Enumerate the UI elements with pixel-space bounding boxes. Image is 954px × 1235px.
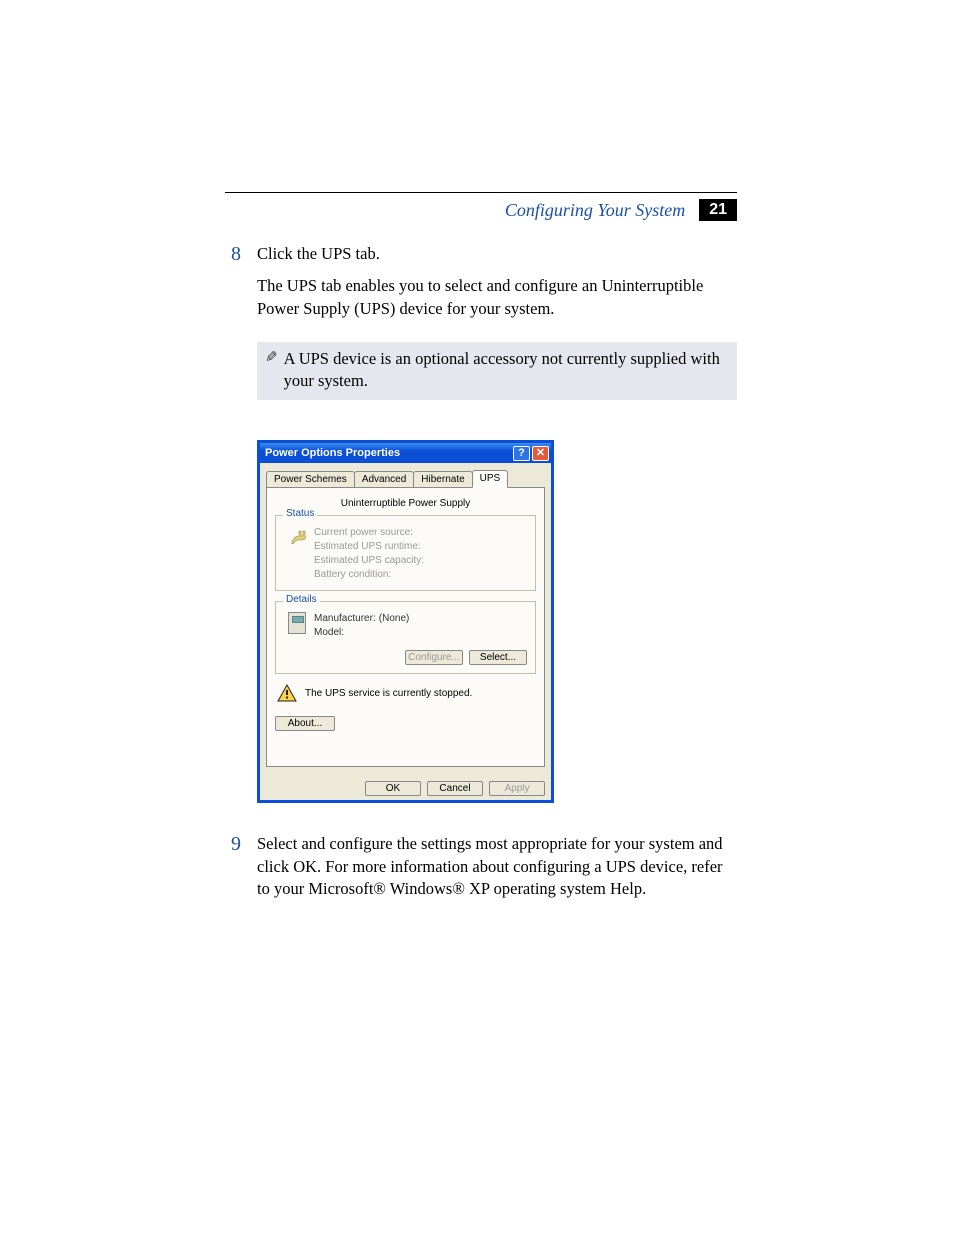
status-row-3: Estimated UPS capacity: [314, 554, 527, 568]
close-button[interactable]: ✕ [532, 446, 549, 461]
help-button[interactable]: ? [513, 446, 530, 461]
step-9: 9 Select and configure the settings most… [225, 833, 737, 910]
step-8: 8 Click the UPS tab. The UPS tab enables… [225, 243, 737, 330]
ups-tab-panel: Uninterruptible Power Supply Status Curr… [266, 487, 545, 767]
warning-row: The UPS service is currently stopped. [277, 684, 534, 702]
step-8-line-1: Click the UPS tab. [257, 243, 737, 265]
step-number: 8 [225, 243, 241, 330]
apply-button: Apply [489, 781, 545, 796]
tab-hibernate[interactable]: Hibernate [413, 471, 472, 487]
tab-advanced[interactable]: Advanced [354, 471, 414, 487]
details-legend: Details [283, 594, 320, 605]
status-row-1: Current power source: [314, 526, 527, 540]
manufacturer-label: Manufacturer: [314, 612, 376, 626]
about-button[interactable]: About... [275, 716, 335, 731]
cancel-button[interactable]: Cancel [427, 781, 483, 796]
model-label: Model: [314, 626, 376, 640]
page-header-title: Configuring Your System [505, 200, 685, 221]
power-options-dialog: Power Options Properties ? ✕ Power Schem… [257, 440, 554, 803]
page-number: 21 [699, 199, 737, 221]
status-row-4: Battery condition: [314, 568, 527, 582]
plug-icon [288, 528, 308, 548]
warning-text: The UPS service is currently stopped. [305, 688, 472, 699]
step-9-text: Select and configure the settings most a… [257, 833, 737, 900]
note-text: A UPS device is an optional accessory no… [284, 348, 727, 393]
tab-power-schemes[interactable]: Power Schemes [266, 471, 355, 487]
step-number: 9 [225, 833, 241, 910]
dialog-titlebar[interactable]: Power Options Properties ? ✕ [260, 443, 551, 463]
manufacturer-value: (None) [379, 613, 410, 624]
status-row-2: Estimated UPS runtime: [314, 540, 527, 554]
details-groupbox: Details Manufacturer: (None) Model: [275, 601, 536, 674]
ok-button[interactable]: OK [365, 781, 421, 796]
warning-icon [277, 684, 297, 702]
status-groupbox: Status Current power source: Estimated U… [275, 515, 536, 591]
step-8-line-2: The UPS tab enables you to select and co… [257, 275, 737, 320]
dialog-title: Power Options Properties [265, 447, 511, 459]
note-box: ✎ A UPS device is an optional accessory … [257, 342, 737, 401]
status-legend: Status [283, 508, 317, 519]
ups-device-icon [288, 612, 306, 634]
configure-button: Configure... [405, 650, 463, 665]
tab-strip: Power Schemes Advanced Hibernate UPS [266, 468, 545, 487]
note-icon: ✎ [265, 348, 278, 393]
select-button[interactable]: Select... [469, 650, 527, 665]
tab-ups[interactable]: UPS [472, 470, 509, 488]
